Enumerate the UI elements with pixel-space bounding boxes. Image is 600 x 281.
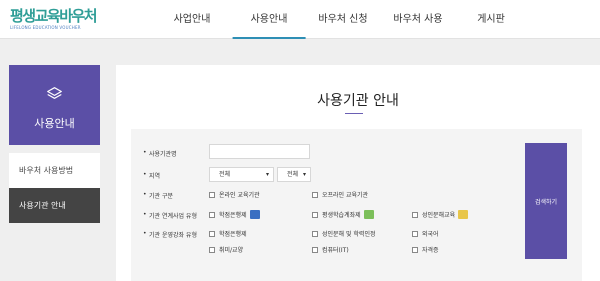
checkbox-box[interactable]: [312, 211, 318, 218]
checkbox-label: 외국어: [422, 231, 439, 238]
site-logo[interactable]: 평생교육바우처 LIFELONG EDUCATION VOUCHER: [10, 7, 98, 30]
institution-type-label: 기관 구분: [143, 191, 173, 200]
nav-item-voucher-apply[interactable]: 바우처 신청: [318, 0, 367, 39]
chevron-down-icon: ▾: [265, 171, 269, 178]
checkbox-course-certificate[interactable]: 자격증: [412, 245, 439, 254]
region-select-1[interactable]: 전체 ▾: [209, 167, 274, 182]
checkbox-credit-bank[interactable]: 학점은행제: [209, 210, 260, 219]
checkbox-lifelong-account[interactable]: 평생학습계좌제: [312, 210, 374, 219]
lifelong-account-badge-icon: [363, 210, 374, 219]
region-select-1-value: 전체: [219, 171, 231, 178]
institution-name-label: 사용기관명: [143, 149, 177, 158]
checkbox-box[interactable]: [312, 191, 318, 198]
checkbox-box[interactable]: [312, 230, 318, 237]
search-filter-panel: 사용기관명 지역 전체 ▾ 전체 ▾ 기관 구분 온라인 교육기관 오프라인 교…: [131, 129, 582, 281]
checkbox-label: 성인문해교육: [422, 212, 456, 219]
sidebar-title: 사용안내: [34, 117, 75, 130]
checkbox-box[interactable]: [412, 246, 418, 253]
institution-name-input[interactable]: [209, 144, 310, 159]
sidebar-header: 사용안내: [9, 65, 100, 145]
layers-icon: [47, 87, 62, 99]
region-select-2[interactable]: 전체 ▾: [277, 167, 311, 182]
checkbox-label: 학점은행제: [219, 212, 247, 219]
nav-item-usage-guide[interactable]: 사용안내: [232, 0, 306, 39]
logo-text: 평생교육바우처: [10, 7, 98, 25]
checkbox-box[interactable]: [209, 230, 215, 237]
checkbox-label: 온라인 교육기관: [219, 192, 260, 199]
region-select-2-value: 전체: [287, 171, 299, 178]
sidebar-item-voucher-howto[interactable]: 바우처 사용방법: [9, 153, 100, 188]
checkbox-box[interactable]: [312, 246, 318, 253]
linked-program-label: 기관 연계사업 유형: [143, 211, 197, 220]
nav-item-voucher-use[interactable]: 바우처 사용: [393, 0, 442, 39]
page-title: 사용기관 안내: [317, 93, 399, 109]
adult-literacy-badge-icon: [458, 210, 469, 219]
logo-subtitle: LIFELONG EDUCATION VOUCHER: [10, 25, 81, 30]
checkbox-label: 성인문해 및 학력인정: [322, 231, 376, 238]
checkbox-box[interactable]: [209, 191, 215, 198]
checkbox-box[interactable]: [209, 211, 215, 218]
nav-item-board[interactable]: 게시판: [477, 0, 505, 39]
checkbox-label: 평생학습계좌제: [322, 212, 361, 219]
sidebar-item-institution-guide[interactable]: 사용기관 안내: [9, 188, 100, 223]
checkbox-course-computer[interactable]: 컴퓨터(IT): [312, 245, 349, 254]
top-header: 평생교육바우처 LIFELONG EDUCATION VOUCHER 사업안내 …: [0, 0, 600, 39]
checkbox-label: 컴퓨터(IT): [322, 247, 349, 254]
checkbox-course-credit-bank[interactable]: 학점은행제: [209, 229, 247, 238]
course-type-label: 기관 운영강좌 유형: [143, 230, 197, 239]
checkbox-course-hobby[interactable]: 취미/교양: [209, 245, 243, 254]
region-label: 지역: [143, 171, 160, 180]
checkbox-label: 학점은행제: [219, 231, 247, 238]
checkbox-course-language[interactable]: 외국어: [412, 229, 439, 238]
checkbox-box[interactable]: [412, 230, 418, 237]
checkbox-label: 취미/교양: [219, 247, 244, 254]
checkbox-label: 오프라인 교육기관: [322, 192, 369, 199]
search-button[interactable]: 검색하기: [525, 143, 567, 259]
nav-item-business-info[interactable]: 사업안내: [174, 0, 211, 39]
chevron-down-icon: ▾: [302, 171, 306, 178]
checkbox-box[interactable]: [209, 246, 215, 253]
checkbox-adult-literacy[interactable]: 성인문해교육: [412, 210, 469, 219]
checkbox-label: 자격증: [422, 247, 439, 254]
credit-bank-badge-icon: [249, 210, 260, 219]
checkbox-box[interactable]: [412, 211, 418, 218]
checkbox-course-literacy[interactable]: 성인문해 및 학력인정: [312, 229, 376, 238]
checkbox-offline[interactable]: 오프라인 교육기관: [312, 190, 368, 199]
title-underline: [345, 113, 363, 114]
checkbox-online[interactable]: 온라인 교육기관: [209, 190, 260, 199]
sidebar-menu: 바우처 사용방법 사용기관 안내: [9, 153, 100, 223]
